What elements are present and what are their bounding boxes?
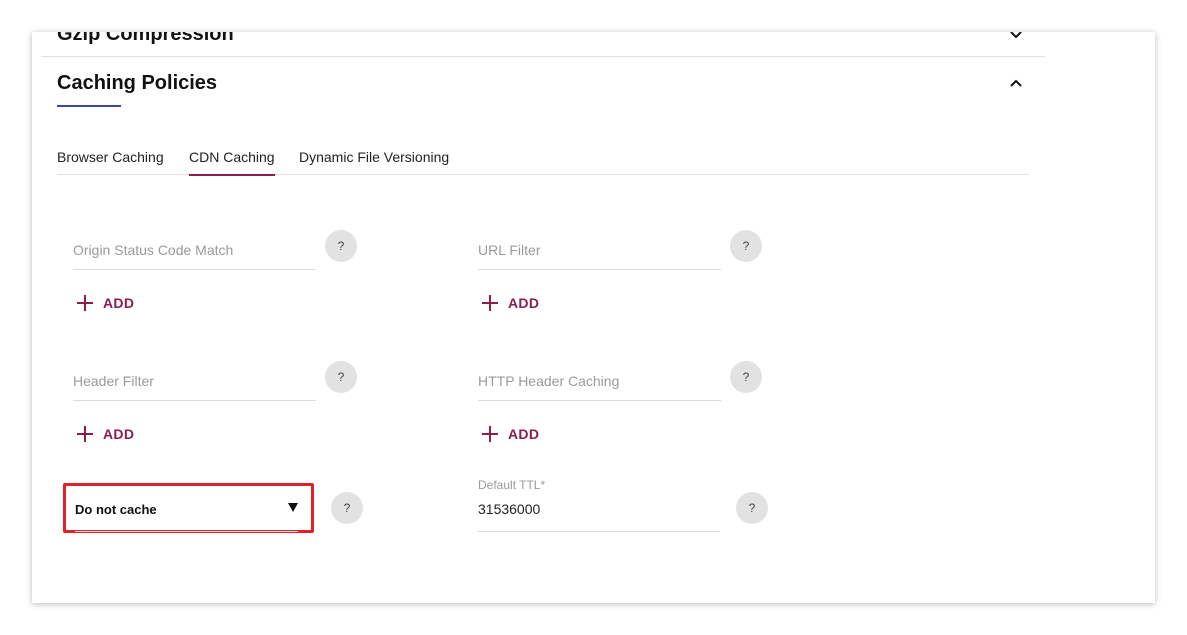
caching-policies-title[interactable]: Caching Policies	[57, 72, 217, 95]
gzip-compression-title[interactable]: Gzip Compression	[57, 32, 234, 46]
plus-icon	[77, 295, 93, 311]
url-filter-field[interactable]: URL Filter	[478, 230, 721, 270]
header-filter-field[interactable]: Header Filter	[73, 361, 316, 401]
question-icon: ?	[748, 501, 756, 515]
origin-status-add-button[interactable]: ADD	[77, 293, 134, 313]
default-ttl-label: Default TTL*	[478, 478, 546, 492]
header-filter-help-button[interactable]: ?	[325, 361, 357, 393]
url-filter-placeholder: URL Filter	[478, 242, 541, 258]
question-icon: ?	[742, 370, 750, 384]
question-icon: ?	[742, 239, 750, 253]
question-icon: ?	[337, 239, 345, 253]
question-icon: ?	[343, 501, 351, 515]
header-filter-add-button[interactable]: ADD	[77, 424, 134, 444]
http-header-caching-add-button[interactable]: ADD	[482, 424, 539, 444]
url-filter-help-button[interactable]: ?	[730, 230, 762, 262]
default-ttl-value: 31536000	[478, 501, 541, 517]
plus-icon	[77, 426, 93, 442]
cache-mode-help-button[interactable]: ?	[331, 492, 363, 524]
http-header-caching-help-button[interactable]: ?	[730, 361, 762, 393]
add-label: ADD	[508, 295, 540, 311]
cache-mode-select-inner: Do not cache	[75, 486, 298, 532]
origin-status-code-match-field[interactable]: Origin Status Code Match	[73, 230, 316, 270]
origin-status-help-button[interactable]: ?	[325, 230, 357, 262]
add-label: ADD	[103, 426, 135, 442]
tab-cdn-caching[interactable]: CDN Caching	[189, 148, 275, 176]
header-filter-placeholder: Header Filter	[73, 373, 154, 389]
caching-tabs: Browser Caching CDN Caching Dynamic File…	[57, 148, 1029, 176]
plus-icon	[482, 295, 498, 311]
add-label: ADD	[103, 295, 135, 311]
cache-mode-select[interactable]: Do not cache	[63, 483, 314, 533]
title-underline	[57, 105, 121, 107]
http-header-caching-field[interactable]: HTTP Header Caching	[478, 361, 721, 401]
http-header-caching-placeholder: HTTP Header Caching	[478, 373, 620, 389]
chevron-up-icon[interactable]	[1007, 74, 1025, 92]
question-icon: ?	[337, 370, 345, 384]
settings-card: Gzip Compression Caching Policies Browse…	[32, 32, 1155, 603]
add-label: ADD	[508, 426, 540, 442]
section-divider	[41, 56, 1045, 57]
plus-icon	[482, 426, 498, 442]
default-ttl-help-button[interactable]: ?	[736, 492, 768, 524]
tab-browser-caching[interactable]: Browser Caching	[57, 148, 164, 174]
tab-dynamic-file-versioning[interactable]: Dynamic File Versioning	[299, 148, 449, 174]
chevron-down-icon[interactable]	[1007, 32, 1025, 44]
origin-status-code-match-placeholder: Origin Status Code Match	[73, 242, 234, 258]
cache-mode-value: Do not cache	[75, 502, 157, 517]
url-filter-add-button[interactable]: ADD	[482, 293, 539, 313]
default-ttl-input[interactable]: 31536000	[478, 494, 720, 532]
caret-down-icon	[288, 503, 298, 512]
